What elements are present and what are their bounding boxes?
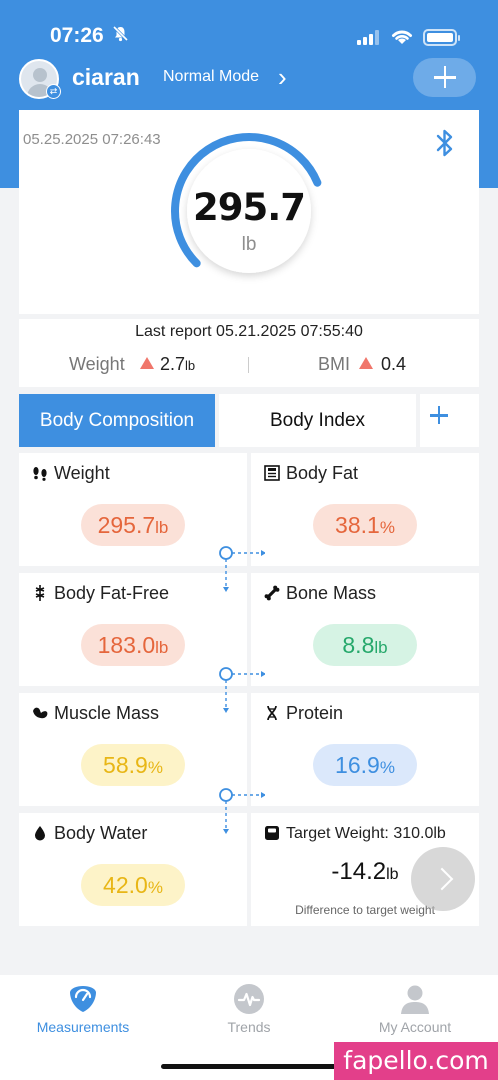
metric-card-bone-mass[interactable]: Bone Mass 8.8lb <box>251 573 479 686</box>
next-arrow-button[interactable] <box>411 847 475 911</box>
flow-connector <box>219 667 265 713</box>
status-time: 07:26 <box>50 24 104 47</box>
metric-label: Body Fat-Free <box>54 583 170 603</box>
bluetooth-icon[interactable] <box>433 128 457 158</box>
metric-label: Body Fat <box>286 463 359 483</box>
chevron-right-icon[interactable]: › <box>278 62 287 93</box>
nav-item-trends[interactable]: Trends <box>166 975 332 1045</box>
username[interactable]: ciaran <box>72 64 140 91</box>
metric-label: Weight <box>54 463 110 483</box>
user-icon <box>401 985 429 1014</box>
last-report-card[interactable]: Last report 05.21.2025 07:55:40 Weight 2… <box>19 319 479 387</box>
weight-card: 05.25.2025 07:26:43 295.7 lb <box>19 110 479 314</box>
watermark: fapello.com <box>334 1042 498 1080</box>
water-drop-icon <box>31 824 49 842</box>
gauge-shield-icon <box>70 986 96 1012</box>
metric-value: 42.0% <box>81 864 185 906</box>
nav-label: My Account <box>378 1019 452 1035</box>
metric-value: 295.7lb <box>81 504 185 546</box>
add-tab-button[interactable] <box>420 394 479 447</box>
metric-value: 8.8lb <box>313 624 417 666</box>
metric-label: Protein <box>286 703 344 723</box>
mode-selector[interactable]: Normal Mode <box>163 68 259 86</box>
bone-icon <box>263 584 281 602</box>
weight-value: 295.7 <box>192 186 306 229</box>
metric-value: 38.1% <box>313 504 417 546</box>
scale-icon <box>263 824 281 842</box>
status-bar: 07:26 <box>0 0 498 56</box>
metric-card-body-fat[interactable]: Body Fat 38.1% <box>251 453 479 566</box>
flow-connector <box>219 788 265 834</box>
increase-arrow-icon <box>140 357 154 369</box>
home-indicator[interactable] <box>161 1064 337 1069</box>
wifi-icon <box>390 26 414 46</box>
metric-label: Bone Mass <box>286 583 377 603</box>
footprints-icon <box>31 464 49 482</box>
bell-muted-icon <box>112 25 129 47</box>
nav-item-measurements[interactable]: Measurements <box>0 975 166 1045</box>
bmi-change-label: BMI <box>318 354 351 374</box>
lean-body-icon <box>31 584 49 602</box>
metric-value: 58.9% <box>81 744 185 786</box>
nav-label: Trends <box>227 1019 271 1035</box>
last-report-title: Last report 05.21.2025 07:55:40 <box>135 323 363 340</box>
weight-change-value: 2.7lb <box>160 354 196 374</box>
nav-label: Measurements <box>36 1019 130 1035</box>
body-fat-icon <box>263 464 281 482</box>
weight-unit: lb <box>241 234 257 255</box>
metric-label: Body Water <box>54 823 148 843</box>
cellular-signal-icon <box>357 30 381 45</box>
metric-value: 183.0lb <box>81 624 185 666</box>
muscle-icon <box>31 704 49 722</box>
target-weight-label: Target Weight: 310.0lb <box>286 825 446 842</box>
switch-user-icon[interactable]: ⇄ <box>46 84 61 99</box>
measurement-timestamp: 05.25.2025 07:26:43 <box>23 131 161 148</box>
tab-body-composition[interactable]: Body Composition <box>19 394 215 447</box>
metric-label: Muscle Mass <box>54 703 160 723</box>
battery-icon <box>423 29 460 46</box>
flow-connector <box>219 546 265 592</box>
nav-item-my-account[interactable]: My Account <box>332 975 498 1045</box>
add-button[interactable] <box>413 58 476 97</box>
divider <box>248 357 249 373</box>
metric-value: 16.9% <box>313 744 417 786</box>
increase-arrow-icon <box>359 357 373 369</box>
bmi-change-value: 0.4 <box>381 354 407 374</box>
metric-card-protein[interactable]: Protein 16.9% <box>251 693 479 806</box>
weight-change-label: Weight <box>69 354 125 374</box>
dna-icon <box>263 704 281 722</box>
pulse-icon <box>234 984 264 1014</box>
tab-body-index[interactable]: Body Index <box>219 394 416 447</box>
